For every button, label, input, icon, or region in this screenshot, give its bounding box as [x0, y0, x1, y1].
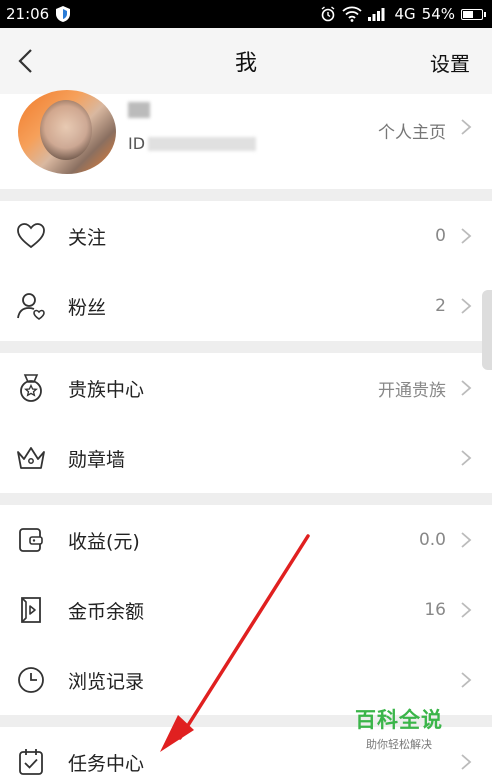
- chevron-right-icon: [461, 532, 472, 548]
- avatar[interactable]: [18, 90, 116, 174]
- list-item-label: 任务中心: [68, 752, 145, 775]
- watermark-subtitle: 助你轻松解决: [366, 738, 432, 751]
- user-id-blurred: [148, 137, 256, 151]
- list-item-earnings[interactable]: 收益(元) 0.0: [0, 505, 492, 575]
- watermark-logo: 百科全说 助你轻松解决: [344, 704, 454, 752]
- chevron-right-icon: [461, 228, 472, 244]
- shield-icon: [56, 6, 71, 22]
- chevron-right-icon: [461, 754, 472, 770]
- chevron-right-icon: [461, 602, 472, 618]
- clock-icon: [18, 667, 44, 693]
- medal-star-icon: [20, 374, 42, 402]
- list-item-label: 浏览记录: [68, 670, 145, 693]
- list-item-label: 勋章墙: [68, 448, 126, 471]
- alarm-icon: [322, 6, 335, 22]
- privilege-section: 贵族中心 开通贵族 勋章墙: [0, 353, 492, 493]
- list-item-value: 开通贵族: [378, 380, 446, 401]
- task-checklist-icon: [19, 749, 43, 775]
- list-item-following[interactable]: 关注 0: [0, 201, 492, 271]
- list-item-value: 16: [424, 600, 446, 620]
- heart-icon: [17, 223, 45, 249]
- coin-card-icon: [21, 597, 41, 623]
- list-item-label: 贵族中心: [68, 378, 145, 401]
- fans-person-icon: [17, 293, 45, 320]
- list-item-value: 0: [435, 226, 446, 246]
- list-item-fans[interactable]: 粉丝 2: [0, 271, 492, 341]
- profile-card[interactable]: ID 个人主页: [0, 90, 492, 189]
- chevron-right-icon: [461, 380, 472, 396]
- chevron-right-icon: [461, 672, 472, 688]
- list-item-coin-balance[interactable]: 金币余额 16: [0, 575, 492, 645]
- list-item-badge-wall[interactable]: 勋章墙: [0, 423, 492, 493]
- list-item-label: 收益(元): [68, 530, 140, 553]
- wallet-icon: [19, 528, 43, 552]
- crown-icon: [17, 447, 45, 469]
- watermark-title: 百科全说: [355, 708, 443, 732]
- status-bar: 21:06 4G 54%: [0, 0, 492, 28]
- nav-bar: 我 设置: [0, 28, 492, 94]
- chevron-right-icon: [461, 298, 472, 314]
- settings-button[interactable]: 设置: [430, 48, 470, 77]
- list-item-value: 0.0: [418, 530, 446, 550]
- status-time: 21:06: [6, 5, 50, 23]
- chevron-right-icon: [461, 450, 472, 466]
- wifi-icon: [342, 6, 363, 22]
- list-item-label: 关注: [68, 226, 107, 249]
- username-blurred: [128, 102, 150, 118]
- signal-icon: [368, 8, 385, 21]
- list-item-label: 金币余额: [68, 600, 145, 623]
- list-item-noble-center[interactable]: 贵族中心 开通贵族: [0, 353, 492, 423]
- page-title: 我: [234, 51, 257, 76]
- scrollbar[interactable]: [482, 290, 492, 370]
- wallet-section: 收益(元) 0.0 金币余额 16 浏览记录: [0, 505, 492, 715]
- battery-percent: 54%: [421, 5, 455, 23]
- list-item-label: 粉丝: [68, 296, 107, 319]
- social-section: 关注 0 粉丝 2: [0, 201, 492, 341]
- list-item-value: 2: [435, 296, 446, 316]
- chevron-right-icon: [461, 119, 472, 135]
- homepage-link[interactable]: 个人主页: [378, 118, 446, 143]
- network-type: 4G: [394, 5, 416, 23]
- back-arrow-icon[interactable]: [14, 48, 40, 74]
- user-id-label: ID: [128, 134, 146, 153]
- battery-icon: [461, 8, 486, 20]
